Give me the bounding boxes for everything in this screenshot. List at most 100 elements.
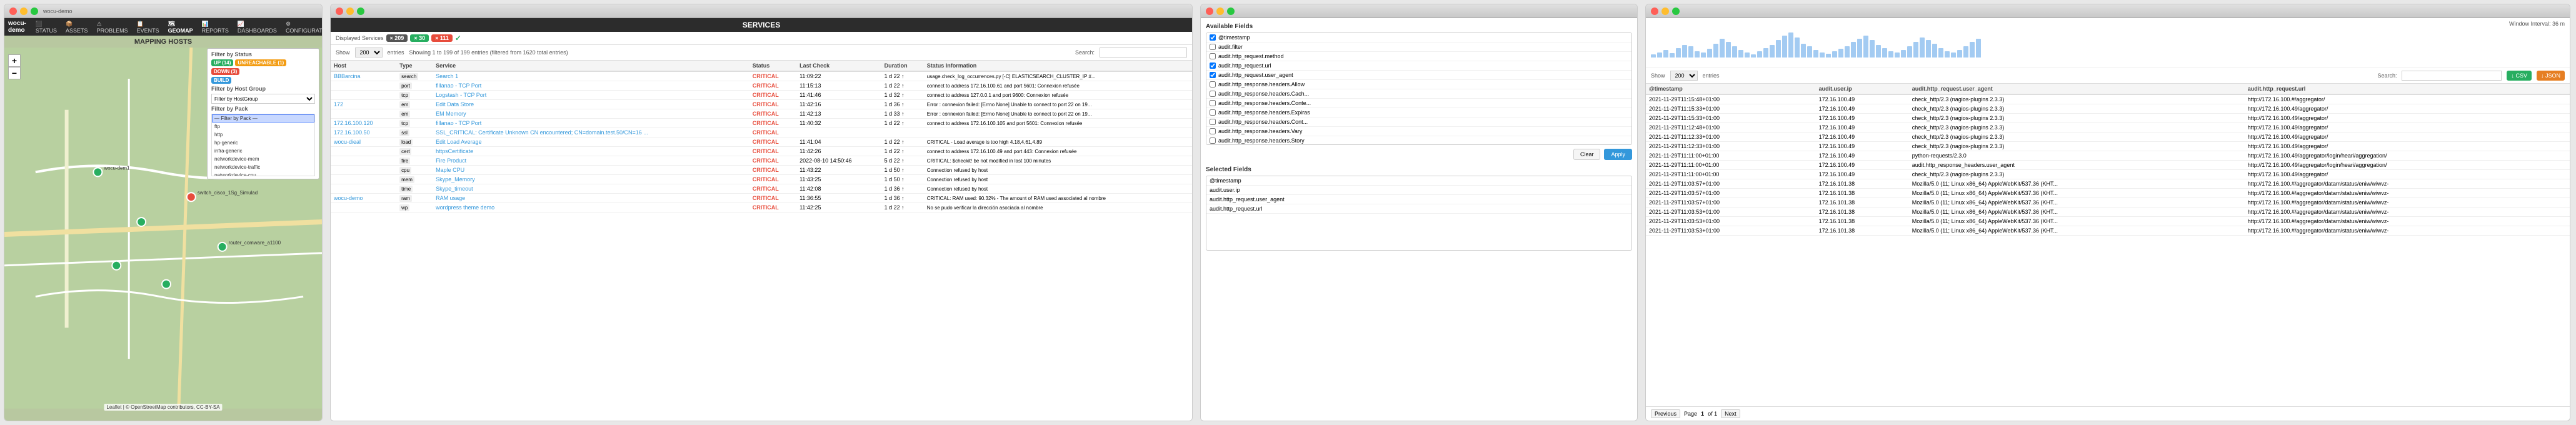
zoom-out-button[interactable]: − bbox=[8, 67, 21, 79]
field-checkbox[interactable] bbox=[1210, 128, 1216, 134]
nav-dashboards[interactable]: 📈 DASHBOARDS bbox=[234, 19, 280, 35]
cell-service[interactable]: httpsCertificate bbox=[433, 147, 749, 156]
nav-assets[interactable]: 📦 ASSETS bbox=[63, 19, 91, 35]
tag-up[interactable]: UP (14) bbox=[211, 59, 233, 66]
cell-service[interactable]: Logstash - TCP Port bbox=[433, 91, 749, 100]
tag-down[interactable]: DOWN (3) bbox=[211, 68, 239, 75]
available-field-item[interactable]: audit.http_request.user_agent bbox=[1206, 71, 1631, 80]
pack-item-hp-generic[interactable]: hp-generic bbox=[212, 139, 314, 147]
field-checkbox[interactable] bbox=[1210, 53, 1216, 59]
nav-configuration[interactable]: ⚙ CONFIGURATION bbox=[283, 19, 323, 35]
cell-service[interactable]: Skype_timeout bbox=[433, 184, 749, 194]
pack-item-networkdevice-cpu[interactable]: networkdevice-cpu bbox=[212, 171, 314, 176]
field-checkbox[interactable] bbox=[1210, 62, 1216, 69]
col-host[interactable]: Host bbox=[331, 61, 396, 71]
field-checkbox[interactable] bbox=[1210, 44, 1216, 50]
csv-button[interactable]: ↓ CSV bbox=[2507, 71, 2532, 81]
audit-entries-select[interactable]: 200 50 100 bbox=[1670, 71, 1698, 81]
available-field-item[interactable]: audit.http_response.headers.Vary bbox=[1206, 127, 1631, 136]
close-button-2[interactable] bbox=[336, 8, 343, 15]
cell-service[interactable]: EM Memory bbox=[433, 109, 749, 119]
show-entries-select[interactable]: 200 50 100 bbox=[355, 48, 383, 58]
audit-col-header[interactable]: @timestamp bbox=[1646, 84, 1816, 94]
selected-field-item[interactable]: @timestamp bbox=[1206, 176, 1631, 186]
pack-item-ftp[interactable]: ftp bbox=[212, 122, 314, 131]
cell-service[interactable]: Edit Load Average bbox=[433, 138, 749, 147]
col-lastcheck[interactable]: Last Check bbox=[796, 61, 881, 71]
cell-service[interactable]: Skype_Memory bbox=[433, 175, 749, 184]
pack-item-infra-generic[interactable]: infra-generic bbox=[212, 147, 314, 155]
cell-service[interactable]: RAM usage bbox=[433, 194, 749, 203]
prev-page-button[interactable]: Previous bbox=[1651, 409, 1680, 418]
audit-col-header[interactable]: audit.user.ip bbox=[1816, 84, 1909, 94]
selected-field-item[interactable]: audit.http_request.user_agent bbox=[1206, 195, 1631, 204]
field-checkbox[interactable] bbox=[1210, 100, 1216, 106]
pack-item-http[interactable]: http bbox=[212, 131, 314, 139]
nav-problems[interactable]: ⚠ PROBLEMS bbox=[94, 19, 131, 35]
cell-service[interactable]: Fire Product bbox=[433, 156, 749, 166]
selected-field-item[interactable]: audit.http_request.url bbox=[1206, 204, 1631, 214]
maximize-button-4[interactable] bbox=[1672, 8, 1680, 15]
col-type[interactable]: Type bbox=[396, 61, 433, 71]
field-checkbox[interactable] bbox=[1210, 81, 1216, 88]
pack-item-selected[interactable]: — Filter by Pack — bbox=[212, 114, 314, 122]
clear-button[interactable]: Clear bbox=[1573, 149, 1601, 160]
field-checkbox[interactable] bbox=[1210, 34, 1216, 41]
json-button[interactable]: ↓ JSON bbox=[2537, 71, 2565, 81]
minimize-button[interactable] bbox=[20, 8, 28, 15]
tag-unreachable[interactable]: UNREACHABLE (1) bbox=[235, 59, 286, 66]
cell-service[interactable]: fillanao - TCP Port bbox=[433, 119, 749, 128]
minimize-button-3[interactable] bbox=[1216, 8, 1224, 15]
table-row: wocu-dieal load Edit Load Average CRITIC… bbox=[331, 138, 1192, 147]
pack-item-networkdevice-mem[interactable]: networkdevice-mem bbox=[212, 155, 314, 163]
cell-service[interactable]: Edit Data Store bbox=[433, 100, 749, 109]
cell-service[interactable]: SSL_CRITICAL: Certificate Unknown CN enc… bbox=[433, 128, 749, 138]
close-button-4[interactable] bbox=[1651, 8, 1658, 15]
available-field-item[interactable]: audit.http_response.headers.Allow bbox=[1206, 80, 1631, 89]
host-group-select[interactable]: Filter by HostGroup bbox=[211, 94, 315, 104]
available-field-item[interactable]: audit.http_response.headers.Cach... bbox=[1206, 89, 1631, 99]
col-info[interactable]: Status Information bbox=[924, 61, 1192, 71]
field-checkbox[interactable] bbox=[1210, 138, 1216, 144]
cell-service[interactable]: fillanao - TCP Port bbox=[433, 81, 749, 91]
available-field-item[interactable]: audit.http_request.url bbox=[1206, 61, 1631, 71]
available-field-item[interactable]: @timestamp bbox=[1206, 33, 1631, 42]
cell-service[interactable]: wordpress theme demo bbox=[433, 203, 749, 212]
cell-service[interactable]: Maple CPU bbox=[433, 166, 749, 175]
apply-button[interactable]: Apply bbox=[1604, 149, 1632, 160]
close-button[interactable] bbox=[9, 8, 17, 15]
audit-col-header[interactable]: audit.http_request.user_agent bbox=[1909, 84, 2245, 94]
maximize-button-2[interactable] bbox=[357, 8, 364, 15]
audit-col-header[interactable]: audit.http_request.url bbox=[2245, 84, 2570, 94]
next-page-button[interactable]: Next bbox=[1721, 409, 1740, 418]
minimize-button-4[interactable] bbox=[1661, 8, 1669, 15]
maximize-button[interactable] bbox=[31, 8, 38, 15]
field-checkbox[interactable] bbox=[1210, 91, 1216, 97]
nav-geomap[interactable]: 🗺 GEOMAP bbox=[165, 19, 196, 35]
available-field-item[interactable]: audit.http_request.method bbox=[1206, 52, 1631, 61]
available-field-item[interactable]: audit.http_response.headers.Cont... bbox=[1206, 118, 1631, 127]
available-field-item[interactable]: audit.http_response.headers.Story bbox=[1206, 136, 1631, 145]
cell-service[interactable]: Search 1 bbox=[433, 71, 749, 81]
zoom-in-button[interactable]: + bbox=[8, 54, 21, 67]
nav-reports[interactable]: 📊 REPORTS bbox=[199, 19, 232, 35]
nav-events[interactable]: 📋 EVENTS bbox=[134, 19, 163, 35]
close-button-3[interactable] bbox=[1206, 8, 1213, 15]
field-checkbox[interactable] bbox=[1210, 119, 1216, 125]
available-field-item[interactable]: audit.filter bbox=[1206, 42, 1631, 52]
nav-status[interactable]: ⬛ STATUS bbox=[33, 19, 60, 35]
audit-search-input[interactable] bbox=[2402, 71, 2502, 81]
col-status[interactable]: Status bbox=[749, 61, 796, 71]
search-input[interactable] bbox=[1100, 48, 1187, 58]
available-field-item[interactable]: audit.http_response.headers.Conte... bbox=[1206, 99, 1631, 108]
available-field-item[interactable]: audit.http_response.headers.Expiras bbox=[1206, 108, 1631, 118]
selected-field-item[interactable]: audit.user.ip bbox=[1206, 186, 1631, 195]
field-checkbox[interactable] bbox=[1210, 109, 1216, 116]
col-service[interactable]: Service bbox=[433, 61, 749, 71]
maximize-button-3[interactable] bbox=[1227, 8, 1235, 15]
col-duration[interactable]: Duration bbox=[881, 61, 924, 71]
tag-build[interactable]: BUILD bbox=[211, 77, 231, 84]
pack-item-networkdevice-traffic[interactable]: networkdevice-traffic bbox=[212, 163, 314, 171]
field-checkbox[interactable] bbox=[1210, 72, 1216, 78]
minimize-button-2[interactable] bbox=[346, 8, 354, 15]
